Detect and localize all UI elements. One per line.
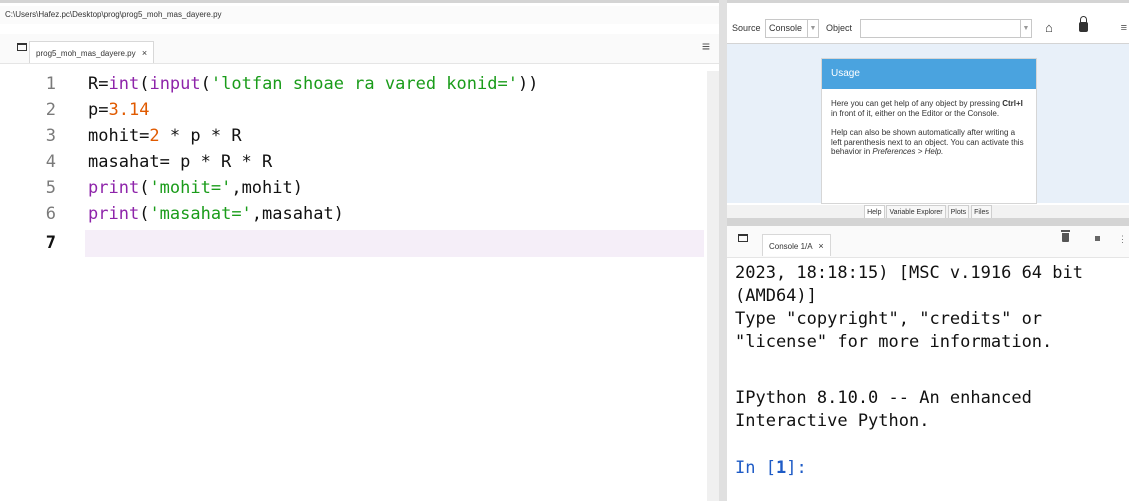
console-tab[interactable]: Console 1/A ×	[762, 234, 831, 256]
line-number: 6	[45, 204, 56, 224]
menu-icon[interactable]: ≡	[1121, 22, 1127, 34]
code-line: p=3.14	[88, 100, 150, 120]
object-label: Object	[826, 23, 853, 33]
code-line: mohit=2 * p * R	[88, 126, 242, 146]
console-prompt[interactable]: In [1]:	[735, 457, 1125, 480]
code-line: print('mohit=',mohit)	[88, 178, 303, 198]
usage-paragraph: Here you can get help of any object by p…	[831, 99, 1023, 118]
code-line: R=int(input('lotfan shoae ra vared konid…	[88, 74, 539, 94]
usage-paragraph: Help can also be shown automatically aft…	[831, 128, 1024, 156]
source-label: Source	[732, 23, 761, 33]
object-input[interactable]: ▼	[860, 19, 1032, 38]
line-number: 2	[45, 100, 56, 120]
console-output[interactable]: 2023, 18:18:15) [MSC v.1916 64 bit (AMD6…	[735, 262, 1129, 501]
line-number: 4	[45, 152, 56, 172]
help-pane: Source Console ▼ Object ▼ ⌂ ≡ Usage Here…	[727, 0, 1129, 221]
help-content: Usage Here you can get help of any objec…	[727, 43, 1129, 204]
console-tab-label: Console 1/A	[769, 242, 813, 251]
line-number-active: 7	[45, 233, 56, 253]
code-line: print('masahat=',masahat)	[88, 204, 344, 224]
usage-title: Usage	[822, 59, 1036, 89]
stop-icon[interactable]	[1095, 236, 1100, 241]
close-icon[interactable]: ×	[818, 241, 823, 251]
console-text: 2023, 18:18:15) [MSC v.1916 64 bit (AMD6…	[735, 263, 1094, 306]
source-select[interactable]: Console ▼	[765, 19, 819, 38]
file-path: C:\Users\Hafez.pc\Desktop\prog\prog5_moh…	[0, 6, 719, 24]
help-toolbar: Source Console ▼ Object ▼ ⌂ ≡	[727, 16, 1129, 40]
editor-scrollbar[interactable]	[707, 71, 719, 501]
trash-icon[interactable]	[1061, 230, 1070, 242]
pane-window-icon[interactable]	[738, 234, 748, 242]
line-number-gutter: 1 2 3 4 5 6 7	[0, 71, 74, 501]
pane-window-icon[interactable]	[17, 43, 27, 51]
current-line-highlight	[85, 230, 704, 257]
editor-pane: C:\Users\Hafez.pc\Desktop\prog\prog5_moh…	[0, 0, 719, 501]
editor-tab-bar: prog5_moh_mas_dayere.py × ≡	[0, 34, 719, 64]
usage-card: Usage Here you can get help of any objec…	[821, 58, 1037, 204]
code-line: masahat= p * R * R	[88, 152, 273, 172]
console-pane: Console 1/A × ⋮ 2023, 18:18:15) [MSC v.1…	[727, 226, 1129, 501]
console-tab-bar: Console 1/A × ⋮	[727, 226, 1129, 258]
source-value: Console	[769, 23, 803, 33]
editor-tab-label: prog5_moh_mas_dayere.py	[36, 49, 136, 58]
menu-icon[interactable]: ≡	[702, 38, 710, 54]
console-text: Type "copyright", "credits" or "license"…	[735, 309, 1053, 352]
close-icon[interactable]: ×	[142, 48, 147, 58]
menu-icon[interactable]: ⋮	[1118, 234, 1127, 245]
console-text: IPython 8.10.0 -- An enhanced Interactiv…	[735, 388, 1043, 431]
chevron-down-icon: ▼	[1020, 20, 1031, 37]
home-icon[interactable]: ⌂	[1045, 20, 1053, 35]
horizontal-splitter[interactable]	[727, 218, 1129, 226]
chevron-down-icon: ▼	[807, 20, 818, 37]
line-number: 5	[45, 178, 56, 198]
line-number: 1	[45, 74, 56, 94]
lock-icon[interactable]	[1079, 16, 1088, 32]
code-editor[interactable]: 1 2 3 4 5 6 7 R=int(input('lotfan shoae …	[0, 71, 719, 501]
vertical-splitter[interactable]	[719, 0, 727, 501]
editor-tab[interactable]: prog5_moh_mas_dayere.py ×	[29, 41, 155, 63]
line-number: 3	[45, 126, 56, 146]
